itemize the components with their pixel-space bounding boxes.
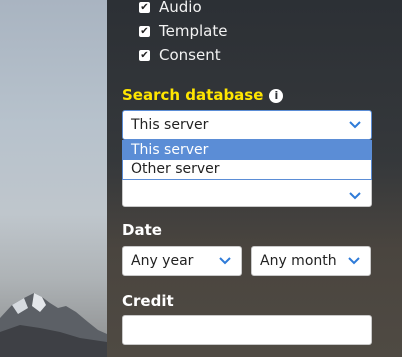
chevron-down-icon	[349, 121, 361, 129]
year-select[interactable]: Any year	[122, 246, 242, 276]
date-heading: Date	[122, 221, 162, 239]
month-select[interactable]: Any month	[251, 246, 371, 276]
chevron-down-icon	[348, 257, 360, 265]
option-this-server[interactable]: This server	[123, 141, 371, 160]
credit-heading: Credit	[122, 292, 174, 310]
option-other-server[interactable]: Other server	[123, 160, 371, 179]
chevron-down-icon	[219, 257, 231, 265]
month-select-value: Any month	[260, 253, 337, 269]
checkbox-template[interactable]: ✔	[139, 25, 150, 37]
checkbox-row-template[interactable]: ✔ Template	[139, 22, 227, 40]
secondary-select[interactable]	[122, 176, 372, 207]
checkbox-label-audio: Audio	[159, 0, 202, 16]
checkbox-consent[interactable]: ✔	[139, 49, 150, 61]
search-database-selected-value: This server	[131, 117, 209, 133]
checkbox-row-consent[interactable]: ✔ Consent	[139, 46, 221, 64]
search-database-heading: Search database i	[122, 86, 284, 104]
checkbox-label-consent: Consent	[159, 46, 221, 64]
mountain-illustration	[0, 293, 107, 357]
credit-input[interactable]	[122, 315, 372, 345]
checkbox-label-template: Template	[159, 22, 228, 40]
year-select-value: Any year	[131, 253, 194, 269]
search-database-select[interactable]: This server	[122, 110, 372, 140]
info-icon[interactable]: i	[269, 89, 284, 103]
background-photo	[0, 0, 107, 357]
checkbox-audio[interactable]: ✔	[139, 1, 150, 13]
search-database-title: Search database	[122, 86, 264, 104]
chevron-down-icon	[349, 191, 361, 199]
checkbox-row-audio[interactable]: ✔ Audio	[139, 0, 202, 16]
search-database-options: This server Other server	[122, 140, 372, 180]
